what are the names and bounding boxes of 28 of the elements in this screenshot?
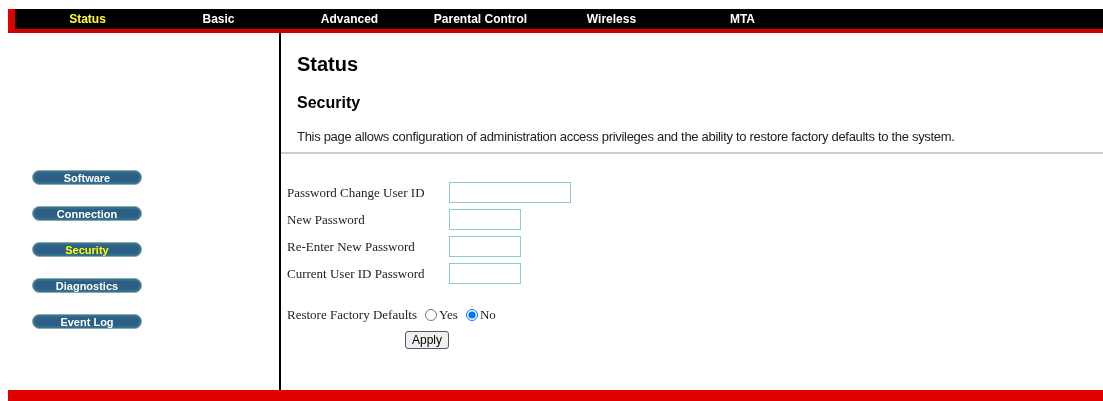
nav-tab[interactable]: Parental Control bbox=[415, 12, 546, 26]
nav-tab[interactable]: Status bbox=[22, 12, 153, 26]
nav-tab[interactable]: Basic bbox=[153, 12, 284, 26]
sidebar-button[interactable]: Security bbox=[32, 242, 142, 257]
sidebar-button[interactable]: Diagnostics bbox=[32, 278, 142, 293]
radio-button[interactable] bbox=[424, 309, 437, 321]
field-label: Password Change User ID bbox=[287, 184, 426, 201]
apply-button[interactable]: Apply bbox=[405, 331, 450, 349]
description-text: This page allows configuration of administration access privileges and the ability to restore factory defaults to the system. bbox=[297, 129, 956, 144]
input-field[interactable] bbox=[449, 236, 521, 257]
nav-tab[interactable]: MTA bbox=[677, 12, 808, 26]
sidebar-button[interactable]: Event Log bbox=[32, 314, 142, 329]
sidebar-button[interactable]: Connection bbox=[32, 206, 142, 221]
field-label: New Password bbox=[287, 211, 366, 228]
input-field[interactable] bbox=[449, 263, 521, 284]
nav-tab[interactable]: Wireless bbox=[546, 12, 677, 26]
field-label: Restore Factory Defaults bbox=[287, 307, 417, 323]
field-label: Current User ID Password bbox=[287, 265, 426, 282]
nav-tab[interactable]: Advanced bbox=[284, 12, 415, 26]
input-field[interactable] bbox=[449, 209, 521, 230]
section-title: Security bbox=[297, 94, 362, 112]
radio-label: Yes bbox=[438, 307, 458, 323]
page-title: Status bbox=[297, 53, 360, 76]
radio-label: No bbox=[479, 307, 496, 323]
radio-button[interactable] bbox=[465, 309, 478, 321]
sidebar-button[interactable]: Software bbox=[32, 170, 142, 185]
input-field[interactable] bbox=[449, 182, 571, 203]
field-label: Re-Enter New Password bbox=[287, 238, 416, 255]
